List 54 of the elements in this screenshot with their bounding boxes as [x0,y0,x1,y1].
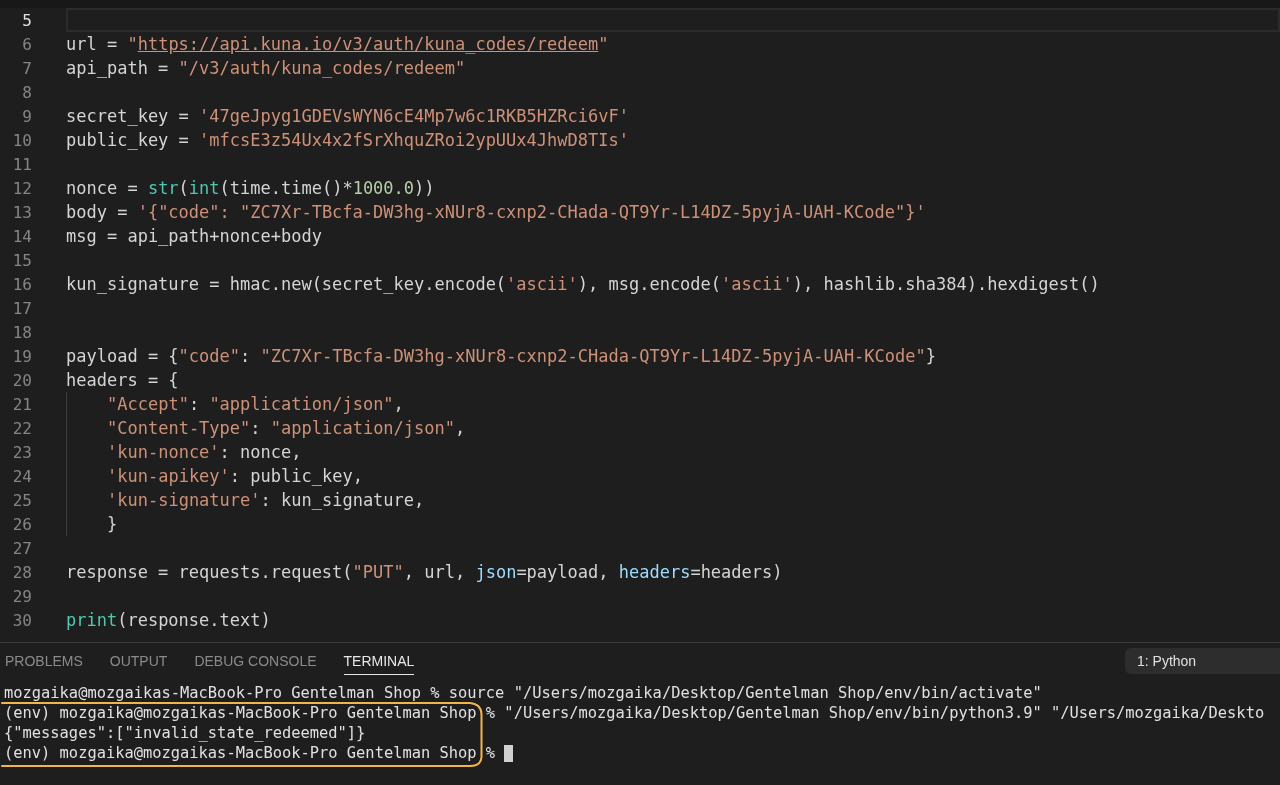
code-line: secret_key = '47geJpyg1GDEVsWYN6cE4Mp7w6c1RKB5HZRci6vF' [66,106,629,126]
line-number: 16 [11,274,32,294]
code-line: body = '{"code": "ZC7Xr-TBcfa-DW3hg-xNUr8-cxnp2-CHada-QT9Yr-L14DZ-5pyjA-UAH-KCode"}' [66,202,926,222]
line-number: 11 [11,154,32,174]
line-number: 14 [11,226,32,246]
terminal-cursor [504,744,514,762]
line-number: 30 [11,610,32,630]
panel-tab[interactable]: TERMINAL [343,647,415,675]
terminal-line: (env) mozgaika@mozgaikas-MacBook-Pro Gentelman Shop % [4,743,496,763]
line-number: 23 [11,442,32,462]
code-line: nonce = str(int(time.time()*1000.0)) [66,178,435,198]
code-line: kun_signature = hmac.new(secret_key.encode('ascii'), msg.encode('ascii'), hashlib.sha384).hexdigest() [66,274,1100,294]
line-number: 27 [11,538,32,558]
code-line: url = "https://api.kuna.io/v3/auth/kuna_codes/redeem" [66,34,609,54]
line-number: 12 [11,178,32,198]
line-number: 29 [11,586,32,606]
line-number: 9 [21,106,32,126]
line-number: 13 [11,202,32,222]
line-number: 17 [11,298,32,318]
code-line: "Content-Type": "application/json", [107,418,466,438]
line-number: 28 [11,562,32,582]
line-number: 10 [11,130,32,150]
terminal-line: mozgaika@mozgaikas-MacBook-Pro Gentelman Shop % source "/Users/mozgaika/Desktop/Gentelman Shop/env/bin/activate" [4,683,1042,703]
line-number: 26 [11,514,32,534]
panel-tab[interactable]: PROBLEMS [5,647,83,675]
line-number: 7 [21,58,32,78]
code-line: api_path = "/v3/auth/kuna_codes/redeem" [66,58,466,78]
code-line: 'kun-signature': kun_signature, [107,490,425,510]
line-number: 15 [11,250,32,270]
code-line: "Accept": "application/json", [107,394,404,414]
terminal-line: {"messages":["invalid_state_redeemed"]} [4,723,366,743]
code-line: 'kun-nonce': nonce, [107,442,302,462]
line-number: 25 [11,490,32,510]
code-line: response = requests.request("PUT", url, json=payload, headers=headers) [66,562,783,582]
line-number: 5 [21,10,32,30]
line-number: 6 [21,34,32,54]
line-number: 22 [11,418,32,438]
line-number: 20 [11,370,32,390]
code-line: } [107,514,118,534]
line-number: 24 [11,466,32,486]
code-line: 'kun-apikey': public_key, [107,466,363,486]
line-number: 8 [21,82,32,102]
line-number: 18 [11,322,32,342]
terminal-line: (env) mozgaika@mozgaikas-MacBook-Pro Gentelman Shop % "/Users/mozgaika/Desktop/Gentelman Shop/env/bin/python3.9" "/Users/mozgaika/Deskto [4,703,1265,723]
code-line: public_key = 'mfcsE3z54Ux4x2fSrXhquZRoi2ypUUx4JhwD8TIs' [66,130,629,150]
terminal-picker[interactable]: 1: Python [1125,648,1280,674]
line-number: 21 [11,394,32,414]
line-number: 19 [11,346,32,366]
code-line: print(response.text) [66,610,271,630]
code-line: headers = { [66,370,179,390]
panel-tab[interactable]: OUTPUT [109,647,168,675]
code-line: msg = api_path+nonce+body [66,226,322,246]
panel-tab[interactable]: DEBUG CONSOLE [194,647,317,675]
code-line: payload = {"code": "ZC7Xr-TBcfa-DW3hg-xNUr8-cxnp2-CHada-QT9Yr-L14DZ-5pyjA-UAH-KCode"} [66,346,937,366]
